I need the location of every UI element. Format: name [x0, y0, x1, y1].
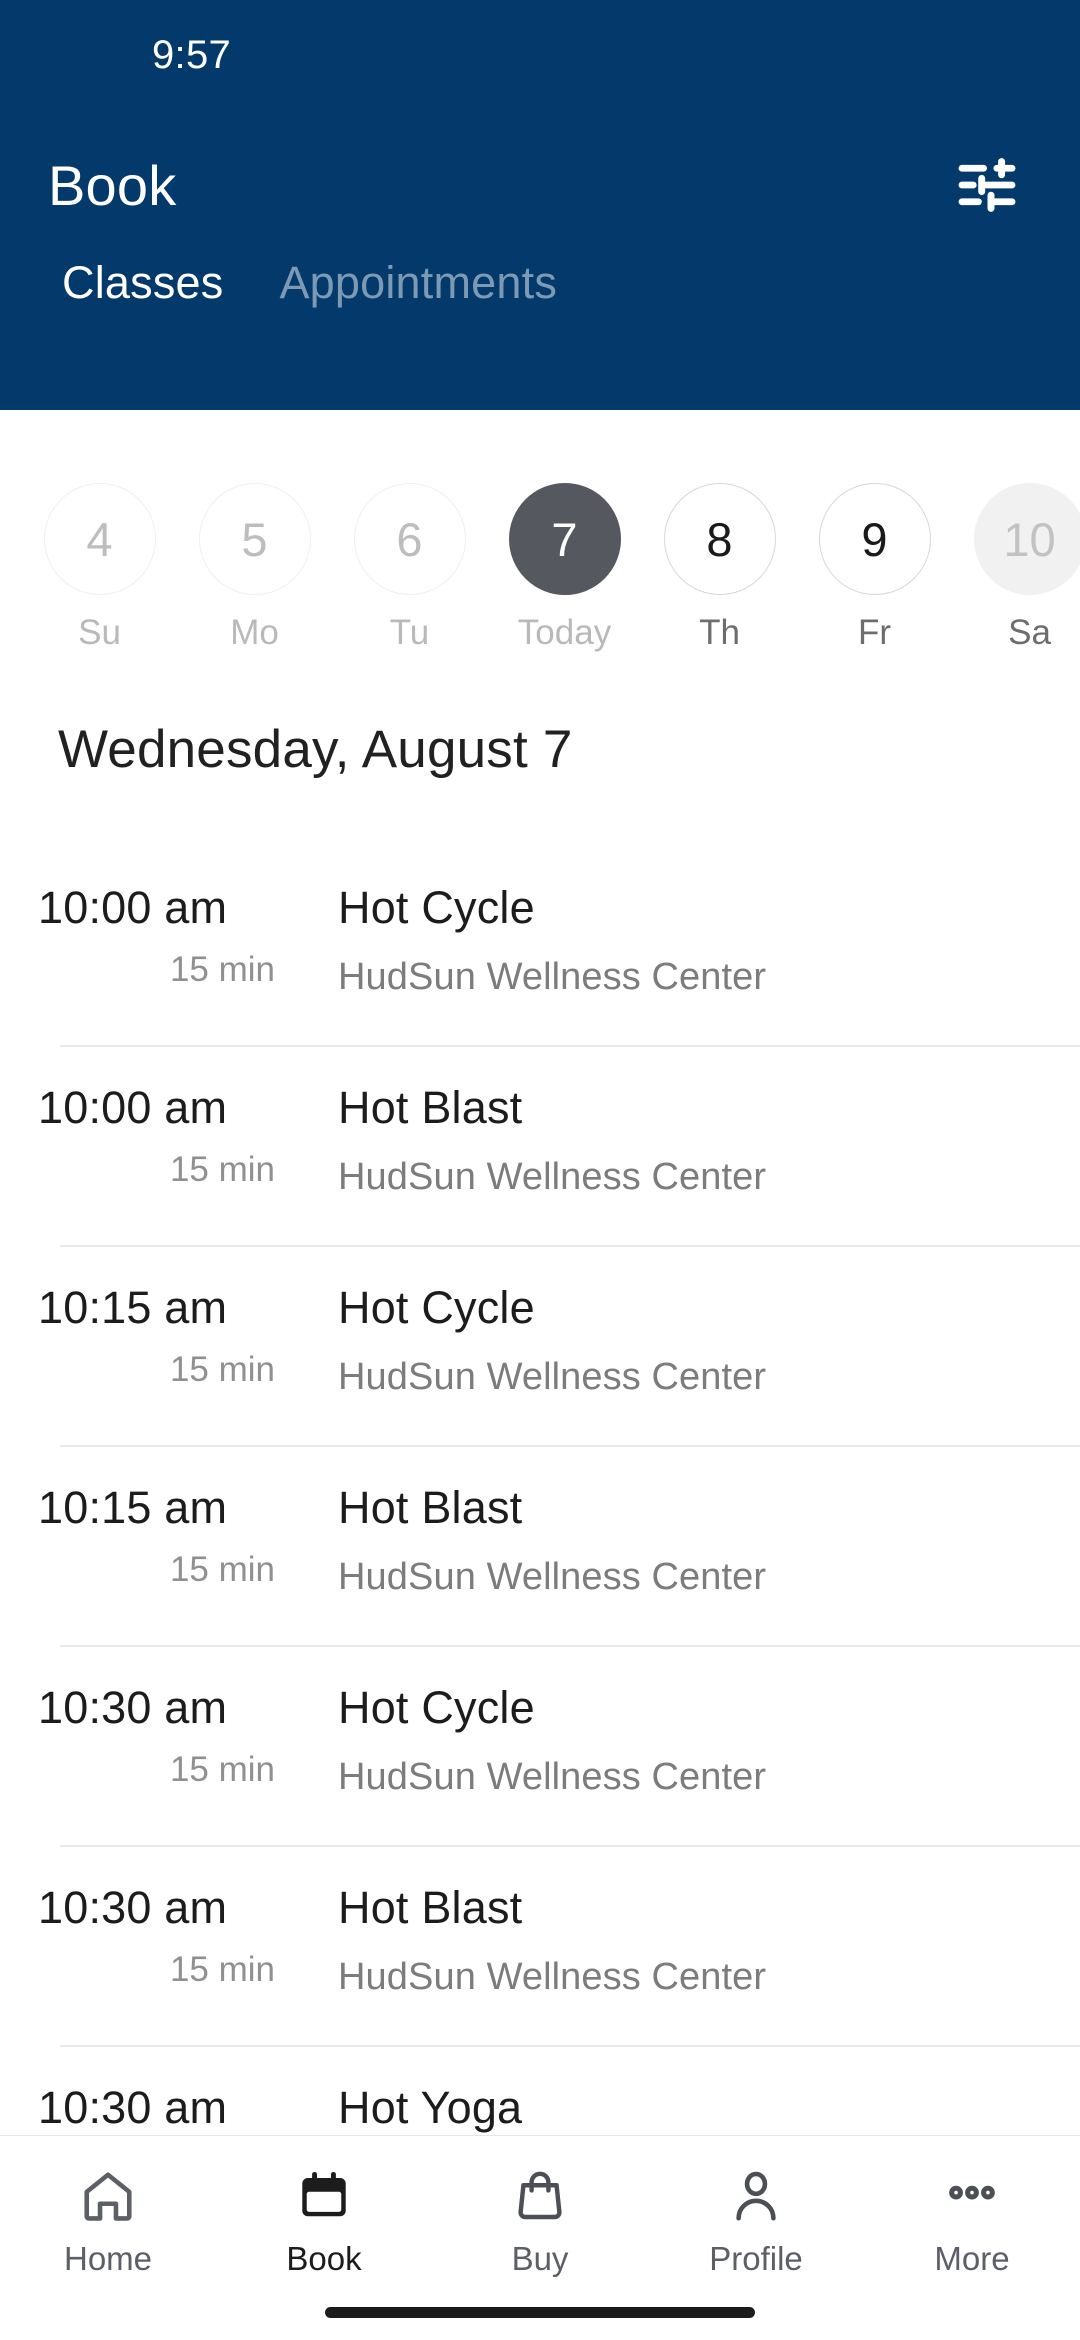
class-duration: 15 min	[169, 1349, 275, 1389]
date-weekday: Sa	[1008, 613, 1051, 652]
status-bar-clock: 9:57	[152, 32, 232, 77]
date-cell-8[interactable]: 8 Th	[642, 410, 797, 650]
class-list-item[interactable]: 10:00 am 15 min Hot Blast HudSun Wellnes…	[0, 1045, 1080, 1245]
class-list-item[interactable]: 10:15 am 15 min Hot Cycle HudSun Wellnes…	[0, 1245, 1080, 1445]
class-name: Hot Yoga	[338, 2082, 523, 2133]
class-info-block: Hot Blast HudSun Wellness Center	[285, 1083, 1080, 1198]
class-start-time: 10:30 am	[38, 1882, 228, 1933]
date-number: 4	[43, 483, 156, 595]
tab-classes[interactable]: Classes	[34, 260, 251, 305]
class-info-block: Hot Cycle HudSun Wellness Center	[285, 1283, 1080, 1398]
sliders-filter-icon	[956, 156, 1018, 214]
title-bar: Book	[0, 110, 1080, 260]
class-duration: 15 min	[169, 1749, 275, 1789]
nav-item-more[interactable]: More	[864, 2164, 1080, 2275]
class-info-block: Hot Cycle HudSun Wellness Center	[285, 1683, 1080, 1798]
class-location: HudSun Wellness Center	[338, 1955, 767, 1998]
class-start-time: 10:00 am	[38, 1082, 228, 1133]
class-duration: 15 min	[169, 949, 275, 989]
date-strip[interactable]: 4 Su 5 Mo 6 Tu 7 Today 8 Th 9 Fr 10 Sa	[0, 410, 1080, 675]
class-start-time: 10:00 am	[38, 882, 228, 933]
page-title: Book	[48, 153, 177, 217]
class-time-block: 10:00 am 15 min	[0, 883, 285, 989]
class-duration: 15 min	[169, 1149, 275, 1189]
date-weekday: Tu	[389, 613, 430, 652]
class-name: Hot Blast	[338, 1882, 523, 1933]
date-cell-10[interactable]: 10 Sa	[952, 410, 1080, 650]
nav-label-buy: Buy	[511, 2240, 569, 2277]
class-list-item[interactable]: 10:30 am 15 min Hot Cycle HudSun Wellnes…	[0, 1645, 1080, 1845]
status-bar: 9:57	[0, 0, 1080, 110]
class-duration: 15 min	[169, 1549, 275, 1589]
date-cell-5[interactable]: 5 Mo	[177, 410, 332, 650]
class-info-block: Hot Cycle HudSun Wellness Center	[285, 883, 1080, 998]
class-name: Hot Cycle	[338, 1682, 535, 1733]
selected-date-heading: Wednesday, August 7	[58, 720, 573, 779]
tab-appointments[interactable]: Appointments	[251, 260, 585, 305]
class-info-block: Hot Yoga	[285, 2083, 1080, 2135]
class-location: HudSun Wellness Center	[338, 955, 767, 998]
app-header: 9:57 Book Classes Appointments	[0, 0, 1080, 410]
class-start-time: 10:30 am	[38, 2082, 228, 2133]
filter-button[interactable]	[950, 148, 1024, 222]
class-info-block: Hot Blast HudSun Wellness Center	[285, 1483, 1080, 1598]
class-time-block: 10:15 am 15 min	[0, 1283, 285, 1389]
nav-item-profile[interactable]: Profile	[648, 2164, 864, 2275]
class-list[interactable]: 10:00 am 15 min Hot Cycle HudSun Wellnes…	[0, 845, 1080, 2135]
nav-label-profile: Profile	[709, 2240, 803, 2277]
date-cell-4[interactable]: 4 Su	[22, 410, 177, 650]
class-start-time: 10:15 am	[38, 1482, 228, 1533]
date-number-selected: 7	[508, 483, 621, 595]
class-duration: 15 min	[169, 1949, 275, 1989]
class-info-block: Hot Blast HudSun Wellness Center	[285, 1883, 1080, 1998]
date-weekday: Mo	[230, 613, 279, 652]
class-time-block: 10:30 am	[0, 2083, 285, 2135]
nav-label-book: Book	[286, 2240, 362, 2277]
class-list-item[interactable]: 10:30 am Hot Yoga	[0, 2045, 1080, 2135]
date-number: 5	[198, 483, 311, 595]
calendar-icon	[296, 2164, 352, 2228]
class-location: HudSun Wellness Center	[338, 1155, 767, 1198]
class-time-block: 10:00 am 15 min	[0, 1083, 285, 1189]
class-location: HudSun Wellness Center	[338, 1555, 767, 1598]
class-name: Hot Cycle	[338, 1282, 535, 1333]
class-location: HudSun Wellness Center	[338, 1755, 767, 1798]
nav-item-buy[interactable]: Buy	[432, 2164, 648, 2275]
class-list-item[interactable]: 10:00 am 15 min Hot Cycle HudSun Wellnes…	[0, 845, 1080, 1045]
date-number: 9	[818, 483, 931, 595]
home-icon	[79, 2164, 137, 2228]
class-location: HudSun Wellness Center	[338, 1355, 767, 1398]
ellipsis-icon	[942, 2164, 1002, 2228]
class-start-time: 10:30 am	[38, 1682, 228, 1733]
header-tabs: Classes Appointments	[0, 260, 1080, 380]
home-indicator	[325, 2307, 755, 2318]
date-cell-6[interactable]: 6 Tu	[332, 410, 487, 650]
nav-item-book[interactable]: Book	[216, 2164, 432, 2275]
date-cell-9[interactable]: 9 Fr	[797, 410, 952, 650]
class-time-block: 10:30 am 15 min	[0, 1883, 285, 1989]
class-list-item[interactable]: 10:15 am 15 min Hot Blast HudSun Wellnes…	[0, 1445, 1080, 1645]
date-weekday: Today	[517, 613, 612, 652]
date-number: 6	[353, 483, 466, 595]
date-weekday: Su	[78, 613, 121, 652]
class-name: Hot Cycle	[338, 882, 535, 933]
nav-label-more: More	[934, 2240, 1010, 2277]
class-time-block: 10:15 am 15 min	[0, 1483, 285, 1589]
date-weekday: Th	[699, 613, 740, 652]
person-icon	[727, 2164, 785, 2228]
date-number: 8	[663, 483, 776, 595]
class-name: Hot Blast	[338, 1082, 523, 1133]
class-start-time: 10:15 am	[38, 1282, 228, 1333]
date-number: 10	[973, 483, 1080, 595]
date-weekday: Fr	[857, 613, 892, 652]
nav-item-home[interactable]: Home	[0, 2164, 216, 2275]
class-time-block: 10:30 am 15 min	[0, 1683, 285, 1789]
nav-label-home: Home	[63, 2240, 153, 2277]
shopping-bag-icon	[512, 2164, 568, 2228]
app-screen: 9:57 Book Classes Appointments 4 Su 5 Mo…	[0, 0, 1080, 2340]
class-name: Hot Blast	[338, 1482, 523, 1533]
date-cell-7-today[interactable]: 7 Today	[487, 410, 642, 650]
class-list-item[interactable]: 10:30 am 15 min Hot Blast HudSun Wellnes…	[0, 1845, 1080, 2045]
